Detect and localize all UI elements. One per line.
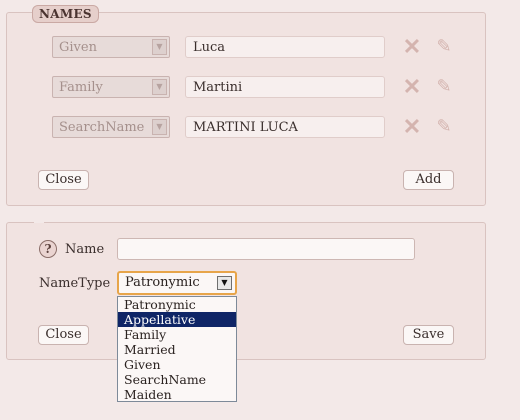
name-row: Family ▼ Martini ✕ ✎ [52,76,472,98]
chevron-down-icon: ▼ [152,39,167,55]
dropdown-option[interactable]: Given [118,357,236,372]
name-value-field[interactable]: Martini [185,76,385,98]
name-type-select[interactable]: Family ▼ [52,76,170,98]
nametype-selected-value: Patronymic [125,275,200,290]
nametype-label: NameType [39,276,111,291]
dropdown-option-highlighted[interactable]: Appellative [118,312,236,327]
chevron-down-icon: ▼ [152,79,167,95]
nametype-select[interactable]: Patronymic ▼ [117,271,237,295]
pencil-icon[interactable]: ✎ [434,37,454,57]
pencil-icon[interactable]: ✎ [434,117,454,137]
dropdown-option[interactable]: Family [118,327,236,342]
name-label: Name [65,242,105,257]
delete-x-icon[interactable]: ✕ [402,76,422,98]
name-type-select[interactable]: SearchName ▼ [52,116,170,138]
add-button[interactable]: Add [403,170,454,190]
close-button[interactable]: Close [38,170,89,190]
help-icon[interactable]: ? [39,240,57,258]
dropdown-option[interactable]: SearchName [118,372,236,387]
dropdown-option[interactable]: Maiden [118,387,236,402]
delete-x-icon[interactable]: ✕ [402,36,422,58]
name-type-value: SearchName [59,120,145,135]
names-legend: NAMES [32,5,99,23]
name-type-select[interactable]: Given ▼ [52,36,170,58]
dropdown-option[interactable]: Patronymic [118,297,236,312]
names-panel: Given ▼ Luca ✕ ✎ Family ▼ Martini ✕ ✎ Se… [6,12,486,206]
delete-x-icon[interactable]: ✕ [402,116,422,138]
name-type-value: Family [59,80,103,95]
name-value-field[interactable]: MARTINI LUCA [185,116,385,138]
name-type-value: Given [59,40,97,55]
name-row: Given ▼ Luca ✕ ✎ [52,36,472,58]
name-row: SearchName ▼ MARTINI LUCA ✕ ✎ [52,116,472,138]
save-button[interactable]: Save [403,325,454,345]
dropdown-option[interactable]: Married [118,342,236,357]
name-value-field[interactable]: Luca [185,36,385,58]
chevron-down-icon: ▼ [152,119,167,135]
name-input[interactable] [117,238,415,260]
nametype-dropdown-list: Patronymic Appellative Family Married Gi… [117,296,237,402]
chevron-down-icon[interactable]: ▼ [217,276,232,290]
panel-legend-gap [34,217,44,223]
close-button[interactable]: Close [38,325,89,345]
pencil-icon[interactable]: ✎ [434,77,454,97]
